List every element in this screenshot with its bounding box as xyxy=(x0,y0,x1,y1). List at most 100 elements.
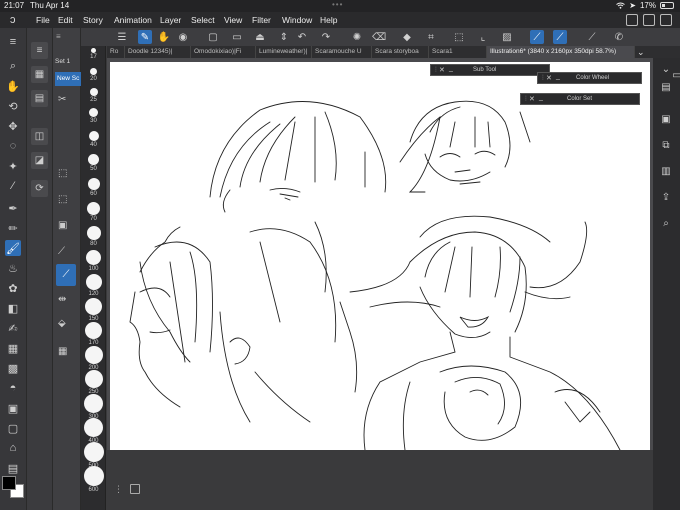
menu-filter[interactable]: Filter xyxy=(252,15,271,25)
tool-drag-handle-icon[interactable]: ≡ xyxy=(5,34,21,50)
brush-size-item[interactable]: 600 xyxy=(83,466,104,493)
hand-icon[interactable]: ✋ xyxy=(5,78,21,94)
menu-edit[interactable]: Edit xyxy=(58,15,73,25)
navigator-icon[interactable] xyxy=(130,484,140,494)
blend-icon[interactable]: ✍ xyxy=(5,320,21,336)
palette-icon[interactable]: ▣ xyxy=(659,112,673,126)
record-icon[interactable]: ◉ xyxy=(176,30,190,44)
fill-bucket-icon[interactable]: ◓ xyxy=(5,380,21,396)
open-folder-icon[interactable]: ▭ xyxy=(230,30,244,44)
document-tab[interactable]: Omodokixiao)|Fi xyxy=(191,46,256,58)
companion-mode-icon[interactable]: ✆ xyxy=(612,30,626,44)
menu-window[interactable]: Window xyxy=(282,15,312,25)
figure-icon[interactable]: ▦ xyxy=(5,340,21,356)
close-icon[interactable]: ✕ xyxy=(529,95,535,103)
brush-size-item[interactable]: 400 xyxy=(83,418,104,444)
minimize-icon[interactable]: _ xyxy=(449,65,453,72)
search-icon[interactable]: ⌕ xyxy=(659,216,673,230)
brush-size-item[interactable]: 20 xyxy=(83,68,104,82)
brush-size-item[interactable]: 17 xyxy=(83,48,104,60)
drag-handle-icon[interactable]: ≡ xyxy=(56,32,61,41)
document-tab[interactable]: Ro xyxy=(107,46,125,58)
layer-list-icon[interactable]: ▥ xyxy=(659,164,673,178)
invert-selection-icon[interactable]: ▨ xyxy=(500,30,514,44)
main-color-swatch[interactable] xyxy=(2,476,16,490)
document-tab[interactable]: Doodle 12345)| xyxy=(125,46,191,58)
sub-tool-group-icon[interactable]: ▦ xyxy=(31,66,48,83)
frame-icon[interactable]: ⬚ xyxy=(58,194,67,205)
menu-view[interactable]: View xyxy=(224,15,242,25)
zoom-icon[interactable]: ⌕ xyxy=(5,58,21,74)
drag-handle-icon[interactable]: ≡ xyxy=(31,42,48,59)
stamp-icon[interactable]: ⬙ xyxy=(58,318,66,329)
brush-size-item[interactable]: 250 xyxy=(83,370,104,395)
move-icon[interactable]: ✥ xyxy=(5,118,21,134)
layer-order-icon[interactable]: ⇕ xyxy=(277,30,291,44)
layer-panel-icon[interactable]: ▤ xyxy=(659,80,673,94)
scissors-icon[interactable]: ✂ xyxy=(58,94,66,105)
undo-icon[interactable]: ↶ xyxy=(295,30,309,44)
menu-story[interactable]: Story xyxy=(83,15,103,25)
sub-tool-group-icon[interactable]: ▤ xyxy=(31,90,48,107)
brush-size-item[interactable]: 170 xyxy=(83,322,104,346)
rotate-icon[interactable]: ⟲ xyxy=(5,98,21,114)
snap-special-ruler-icon[interactable]: ⟋ xyxy=(553,30,567,44)
brush-size-item[interactable]: 150 xyxy=(83,298,104,322)
decoration-icon[interactable]: ✿ xyxy=(5,280,21,296)
document-tab[interactable]: Scara1 xyxy=(429,46,487,58)
brush-size-item[interactable]: 25 xyxy=(83,88,104,103)
chevron-down-icon[interactable]: ⌄ xyxy=(637,46,645,58)
fill-icon[interactable]: ◆ xyxy=(400,30,414,44)
eyedropper-icon[interactable]: ⁄ xyxy=(5,178,21,194)
window-button-icon[interactable] xyxy=(643,14,655,26)
text-icon[interactable]: ▢ xyxy=(5,420,21,436)
document-tab[interactable]: Scaramouche U xyxy=(312,46,372,58)
brush-active-icon[interactable]: ⟋ xyxy=(56,264,76,286)
pen-icon[interactable]: ✒ xyxy=(5,200,21,216)
eraser-icon[interactable]: ◧ xyxy=(5,300,21,316)
loading-icon[interactable]: ✺ xyxy=(350,30,364,44)
material-icon[interactable]: ⇪ xyxy=(659,190,673,204)
lasso-icon[interactable]: ◌ xyxy=(5,138,21,154)
hand-icon[interactable]: ✋ xyxy=(157,30,171,44)
clear-icon[interactable]: ⌫ xyxy=(372,30,386,44)
brush-size-item[interactable]: 120 xyxy=(83,274,104,297)
airbrush-icon[interactable]: ♨ xyxy=(5,260,21,276)
correct-line-icon[interactable]: ▤ xyxy=(5,460,21,476)
pencil-icon[interactable]: ✏ xyxy=(5,220,21,236)
sub-tool-group-icon[interactable]: ⟳ xyxy=(31,180,48,197)
ruler-icon[interactable]: ⟋ xyxy=(58,246,65,257)
sub-tool-selected[interactable]: New Sc xyxy=(55,72,81,86)
brush-icon[interactable]: 🖌 xyxy=(5,240,21,256)
brush-size-item[interactable]: 80 xyxy=(83,226,104,247)
gradient-icon[interactable]: ▣ xyxy=(5,400,21,416)
sub-tool-set-label[interactable]: Set 1 xyxy=(55,58,70,65)
brush-size-item[interactable]: 70 xyxy=(83,202,104,222)
brush-size-item[interactable]: 50 xyxy=(83,154,104,172)
window-button-icon[interactable] xyxy=(660,14,672,26)
color-wheel-palette-title[interactable]: ⋮ ✕ _ Color Wheel xyxy=(537,72,642,84)
menu-select[interactable]: Select xyxy=(191,15,215,25)
sub-tool-group-icon[interactable]: ◪ xyxy=(31,152,48,169)
brush-size-item[interactable]: 30 xyxy=(83,108,104,124)
brush-size-item[interactable]: 500 xyxy=(83,442,104,469)
crop-icon[interactable]: ⌞ xyxy=(476,30,490,44)
minimize-icon[interactable]: _ xyxy=(556,73,560,80)
magic-wand-icon[interactable]: ✦ xyxy=(5,158,21,174)
canvas-area[interactable] xyxy=(107,58,653,510)
menu-help[interactable]: Help xyxy=(320,15,337,25)
drag-handle-icon[interactable]: ⋮ xyxy=(114,484,123,495)
flip-icon[interactable]: ⇹ xyxy=(58,294,66,305)
brush-size-item[interactable]: 40 xyxy=(83,131,104,148)
close-icon[interactable]: ✕ xyxy=(546,74,552,82)
hamburger-menu-icon[interactable]: ☰ xyxy=(115,30,129,44)
minimize-icon[interactable]: _ xyxy=(539,94,543,101)
frame-icon[interactable]: ▩ xyxy=(5,360,21,376)
new-file-icon[interactable]: ▢ xyxy=(206,30,220,44)
menu-animation[interactable]: Animation xyxy=(114,15,152,25)
menu-file[interactable]: File xyxy=(36,15,50,25)
document-tab-active[interactable]: Illustration6* (3840 x 2160px 350dpi 58.… xyxy=(487,46,635,58)
redo-icon[interactable]: ↷ xyxy=(319,30,333,44)
balloon-icon[interactable]: ⌂ xyxy=(5,440,21,456)
color-swatches[interactable] xyxy=(2,476,26,498)
